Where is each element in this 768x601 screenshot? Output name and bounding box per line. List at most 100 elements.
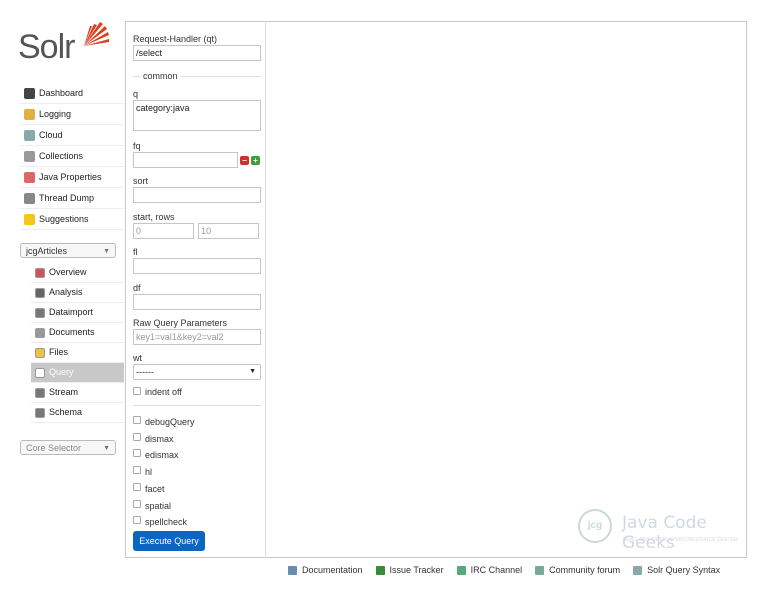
bulb-icon — [24, 213, 35, 225]
spatial-label: spatial — [145, 500, 172, 511]
nav-item-suggestions[interactable]: Suggestions — [20, 209, 124, 230]
nav-item-java-properties[interactable]: Java Properties — [20, 167, 124, 188]
bug-icon — [375, 565, 385, 575]
logo-text: Solr — [18, 28, 75, 66]
nav-item-label: Collections — [39, 151, 84, 161]
raw-query-label: Raw Query Parameters — [133, 318, 228, 328]
fl-label: fl — [133, 247, 138, 257]
hl-checkbox[interactable] — [133, 466, 141, 475]
funnel-icon — [35, 287, 45, 298]
execute-query-button[interactable]: Execute Query — [133, 531, 205, 551]
spellcheck-checkbox[interactable] — [133, 516, 141, 525]
footer-link-irc-channel[interactable]: IRC Channel — [456, 565, 523, 575]
search-icon — [35, 367, 45, 378]
remove-fq-button[interactable]: − — [240, 156, 249, 165]
import-icon — [35, 307, 45, 318]
solr-logo[interactable]: Solr — [18, 18, 114, 70]
fq-input[interactable] — [133, 152, 238, 168]
core-nav-item-overview[interactable]: Overview — [31, 263, 124, 283]
wt-label: wt — [133, 353, 142, 363]
core-nav-item-files[interactable]: Files — [31, 343, 124, 363]
stream-icon — [35, 387, 45, 398]
wt-select-value: ------ — [136, 367, 154, 377]
chevron-down-icon: ▼ — [249, 368, 256, 375]
edismax-checkbox[interactable] — [133, 449, 141, 458]
nav-item-label: Suggestions — [39, 214, 89, 224]
core-selector-placeholder: Core Selector — [26, 443, 82, 453]
footer-link-label: Community forum — [549, 565, 621, 575]
folder-icon — [35, 347, 45, 358]
footer-link-label: Issue Tracker — [389, 565, 444, 575]
watermark-title: Java Code Geeks — [622, 513, 707, 553]
nav-item-label: Thread Dump — [39, 193, 95, 203]
core-nav: Overview Analysis Dataimport Documents Files… — [31, 263, 124, 423]
df-input[interactable] — [133, 294, 261, 310]
footer-link-solr-query-syntax[interactable]: Solr Query Syntax — [633, 565, 720, 575]
footer-link-documentation[interactable]: Documentation — [288, 565, 363, 575]
nav-item-dashboard[interactable]: Dashboard — [20, 83, 124, 104]
footer-link-label: IRC Channel — [470, 565, 523, 575]
nav-item-label: Logging — [39, 109, 72, 119]
start-rows-label: start, rows — [133, 212, 175, 222]
mail-icon — [535, 565, 545, 575]
syntax-icon — [633, 565, 643, 575]
solr-sun-icon — [84, 22, 109, 46]
debugquery-checkbox[interactable] — [133, 416, 141, 424]
nav-item-logging[interactable]: Logging — [20, 104, 124, 125]
nav-item-collections[interactable]: Collections — [20, 146, 124, 167]
indent-checkbox[interactable] — [133, 387, 141, 395]
debugquery-label: debugQuery — [145, 417, 195, 427]
facet-label: facet — [145, 483, 165, 494]
fl-input[interactable] — [133, 258, 261, 274]
spellcheck-label: spellcheck — [145, 517, 188, 528]
core-nav-item-schema[interactable]: Schema — [31, 403, 124, 423]
core-nav-item-label: Stream — [49, 387, 79, 397]
watermark-subtitle: JAVA 2 JAVA DEVELOPERS RESOURCE CENTER — [622, 537, 738, 543]
core-nav-item-label: Dataimport — [49, 307, 94, 317]
core-nav-item-query[interactable]: Query — [31, 363, 124, 383]
spatial-checkbox[interactable] — [133, 499, 141, 508]
main-nav: Dashboard Logging Cloud Collections Java Pro… — [20, 83, 124, 230]
footer-links: Documentation Issue Tracker IRC Channel Com… — [288, 563, 748, 577]
chevron-down-icon: ▼ — [103, 248, 110, 255]
core-nav-item-analysis[interactable]: Analysis — [31, 283, 124, 303]
core-nav-item-label: Query — [49, 367, 74, 377]
core-nav-item-stream[interactable]: Stream — [31, 383, 124, 403]
nav-item-label: Dashboard — [39, 88, 84, 98]
logging-icon — [24, 108, 35, 120]
java-code-geeks-watermark: jcg Java Code Geeks JAVA 2 JAVA DEVELOPE… — [576, 505, 744, 553]
dashboard-icon — [24, 87, 35, 99]
facet-checkbox[interactable] — [133, 482, 141, 491]
core-selector-dropdown[interactable]: jcgArticles ▼ — [20, 243, 116, 258]
rows-input[interactable]: 10 — [198, 223, 259, 239]
request-handler-label: Request-Handler (qt) — [133, 34, 218, 44]
core-nav-item-documents[interactable]: Documents — [31, 323, 124, 343]
core-nav-item-dataimport[interactable]: Dataimport — [31, 303, 124, 323]
df-label: df — [133, 283, 141, 293]
start-input[interactable]: 0 — [133, 223, 194, 239]
sort-input[interactable] — [133, 187, 261, 203]
raw-query-input[interactable]: key1=val1&key2=val2 — [133, 329, 261, 345]
core-nav-item-label: Schema — [49, 407, 83, 417]
core-nav-item-label: Files — [49, 347, 69, 357]
core-selector-empty[interactable]: Core Selector ▼ — [20, 440, 116, 455]
dismax-checkbox[interactable] — [133, 432, 141, 441]
footer-link-community-forum[interactable]: Community forum — [535, 565, 620, 575]
nav-item-cloud[interactable]: Cloud — [20, 125, 124, 146]
irc-icon — [456, 565, 466, 575]
dismax-label: dismax — [145, 433, 174, 444]
hl-label: hl — [145, 467, 153, 478]
options-divider — [133, 405, 261, 406]
wt-select[interactable]: ------ ▼ — [133, 364, 261, 380]
request-handler-input[interactable]: /select — [133, 45, 261, 61]
add-fq-button[interactable]: + — [251, 156, 260, 165]
nav-item-thread-dump[interactable]: Thread Dump — [20, 188, 124, 209]
common-legend: common — [140, 71, 181, 81]
thread-icon — [24, 192, 35, 204]
footer-link-issue-tracker[interactable]: Issue Tracker — [375, 565, 444, 575]
edismax-label: edismax — [145, 450, 179, 461]
core-nav-item-label: Analysis — [49, 287, 83, 297]
q-label: q — [133, 89, 139, 99]
documents-icon — [35, 327, 45, 338]
q-textarea[interactable]: category:java — [133, 100, 261, 131]
